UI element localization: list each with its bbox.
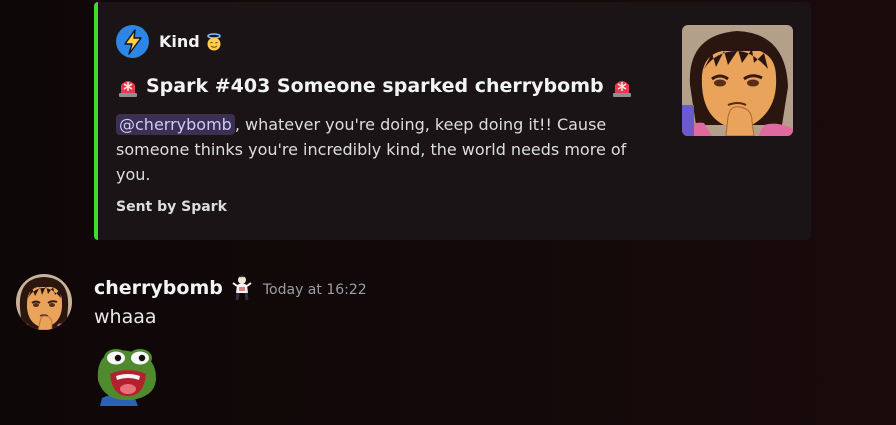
- message-timestamp[interactable]: Today at 16:22: [263, 282, 367, 298]
- message-content: whaaa: [94, 306, 157, 328]
- figure-icon[interactable]: [231, 275, 253, 301]
- user-mention[interactable]: @cherrybomb: [116, 114, 235, 135]
- shocked-frog-emoji-icon[interactable]: [94, 344, 160, 406]
- user-avatar[interactable]: [16, 274, 72, 330]
- smiling-face-with-halo-icon: [205, 32, 223, 51]
- lightning-bolt-icon[interactable]: [116, 25, 149, 58]
- embed-title-text: Spark #403 Someone sparked cherrybomb: [146, 75, 604, 97]
- embed-thumbnail-image[interactable]: [682, 25, 793, 136]
- embed-description: @cherrybomb, whatever you're doing, keep…: [116, 112, 656, 187]
- message-header: cherrybomb Today at 16:22: [94, 275, 367, 301]
- spark-embed-card: Kind Spark #403 Someone sparked cherrybo…: [94, 2, 811, 240]
- police-light-icon: [116, 74, 140, 98]
- embed-title: Spark #403 Someone sparked cherrybomb: [116, 74, 634, 98]
- embed-footer: Sent by Spark: [116, 199, 227, 215]
- username[interactable]: cherrybomb: [94, 277, 223, 299]
- author-name-text[interactable]: Kind: [159, 32, 200, 51]
- embed-author: Kind: [116, 25, 223, 58]
- police-light-icon: [610, 74, 634, 98]
- embed-author-name[interactable]: Kind: [159, 32, 223, 51]
